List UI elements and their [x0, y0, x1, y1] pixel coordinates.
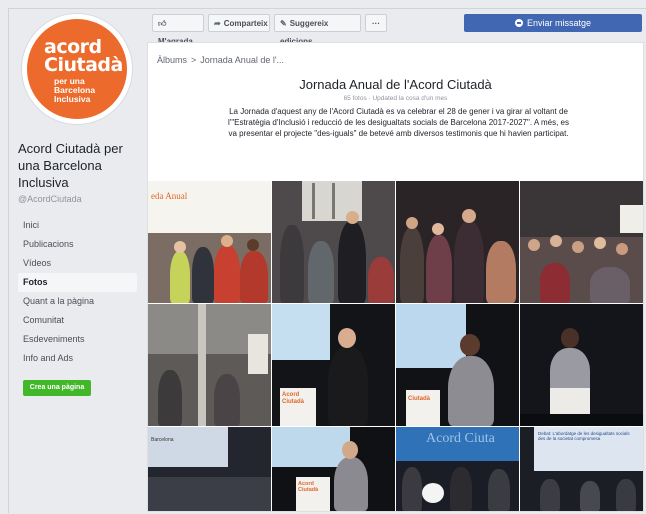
photo-9[interactable]: Barcelona	[148, 427, 271, 511]
pencil-icon: ✎	[280, 19, 287, 28]
suggest-edits-button[interactable]: ✎Suggereix edicions	[274, 14, 361, 46]
photo-caption: Ciutadà	[408, 396, 431, 402]
like-button[interactable]: 👍︎M'agrada	[152, 14, 204, 46]
share-button[interactable]: ➦ Comparteix	[208, 14, 270, 32]
photo-caption: Debat: L'abordatge de les desigualtats s…	[538, 431, 630, 441]
album-panel: Àlbums > Jornada Anual de l'... Jornada An…	[147, 42, 644, 512]
photo-2[interactable]	[272, 181, 395, 303]
photo-3[interactable]	[396, 181, 519, 303]
photo-5[interactable]	[148, 304, 271, 426]
nav-item-quant[interactable]: Quant a la pàgina	[18, 292, 137, 311]
breadcrumb-albums-link[interactable]: Àlbums	[157, 55, 187, 65]
photo-8[interactable]	[520, 304, 643, 426]
share-label: Comparteix	[223, 19, 268, 28]
photo-caption: Acord Ciutadà	[282, 392, 305, 405]
breadcrumb: Àlbums > Jornada Anual de l'...	[157, 55, 284, 65]
logo-sub-3: Inclusiva	[54, 94, 91, 104]
logo-subtext: per una Barcelona Inclusiva	[54, 77, 124, 104]
album-title: Jornada Anual de l'Acord Ciutadà	[299, 77, 492, 92]
logo: acord Ciutadà per una Barcelona Inclusiv…	[27, 19, 127, 119]
nav-item-info-ads[interactable]: Info and Ads	[18, 349, 137, 368]
more-button[interactable]: ···	[365, 14, 387, 32]
photo-caption: Acord Ciuta	[426, 431, 495, 446]
send-message-button[interactable]: Enviar missatge	[464, 14, 642, 32]
photo-10[interactable]: Acord Ciutadà	[272, 427, 395, 511]
photo-caption: Acord Ciutadà	[298, 481, 319, 493]
nav-item-fotos[interactable]: Fotos	[18, 273, 137, 292]
photo-caption: Barcelona	[151, 437, 174, 443]
breadcrumb-current: Jornada Anual de l'...	[200, 55, 285, 65]
photo-7[interactable]: Ciutadà	[396, 304, 519, 426]
page-handle[interactable]: @AcordCiutada	[18, 194, 142, 204]
nav-item-videos[interactable]: Vídeos	[18, 254, 137, 273]
page-name[interactable]: Acord Ciutadà per una Barcelona Inclusiv…	[18, 140, 138, 191]
profile-picture[interactable]: acord Ciutadà per una Barcelona Inclusiv…	[22, 14, 132, 124]
page-action-bar: 👍︎M'agrada ➦Comparteix ✎Suggereix edicio…	[152, 14, 642, 46]
breadcrumb-separator: >	[191, 55, 197, 65]
photo-11[interactable]: Acord Ciuta	[396, 427, 519, 511]
album-description: La Jornada d'aquest any de l'Acord Ciuta…	[228, 107, 569, 138]
create-page-button[interactable]: Crea una pàgina	[23, 380, 91, 396]
nav-item-inici[interactable]: Inici	[18, 216, 137, 235]
logo-text: acord Ciutadà	[44, 38, 124, 76]
album-meta: 65 fotos · Updated la cosa d'un mes	[343, 95, 448, 102]
photo-4[interactable]	[520, 181, 643, 303]
nav-item-esdeveniments[interactable]: Esdeveniments	[18, 330, 137, 349]
photo-1[interactable]: eda Anual	[148, 181, 271, 303]
page-nav: Inici Publicacions Vídeos Fotos Quant a …	[18, 216, 142, 368]
nav-item-publicacions[interactable]: Publicacions	[18, 235, 137, 254]
photo-6[interactable]: Acord Ciutadà	[272, 304, 395, 426]
logo-line-2: Ciutadà	[44, 54, 123, 76]
send-message-label: Enviar missatge	[526, 18, 592, 28]
messenger-icon	[514, 19, 523, 27]
photo-caption: eda Anual	[151, 191, 188, 201]
photo-12[interactable]: Debat: L'abordatge de les desigualtats s…	[520, 427, 643, 511]
thumbs-up-icon: 👍︎	[158, 19, 167, 28]
left-sidebar: acord Ciutadà per una Barcelona Inclusiv…	[18, 14, 142, 396]
share-arrow-icon: ➦	[214, 19, 221, 28]
nav-item-comunitat[interactable]: Comunitat	[18, 311, 137, 330]
